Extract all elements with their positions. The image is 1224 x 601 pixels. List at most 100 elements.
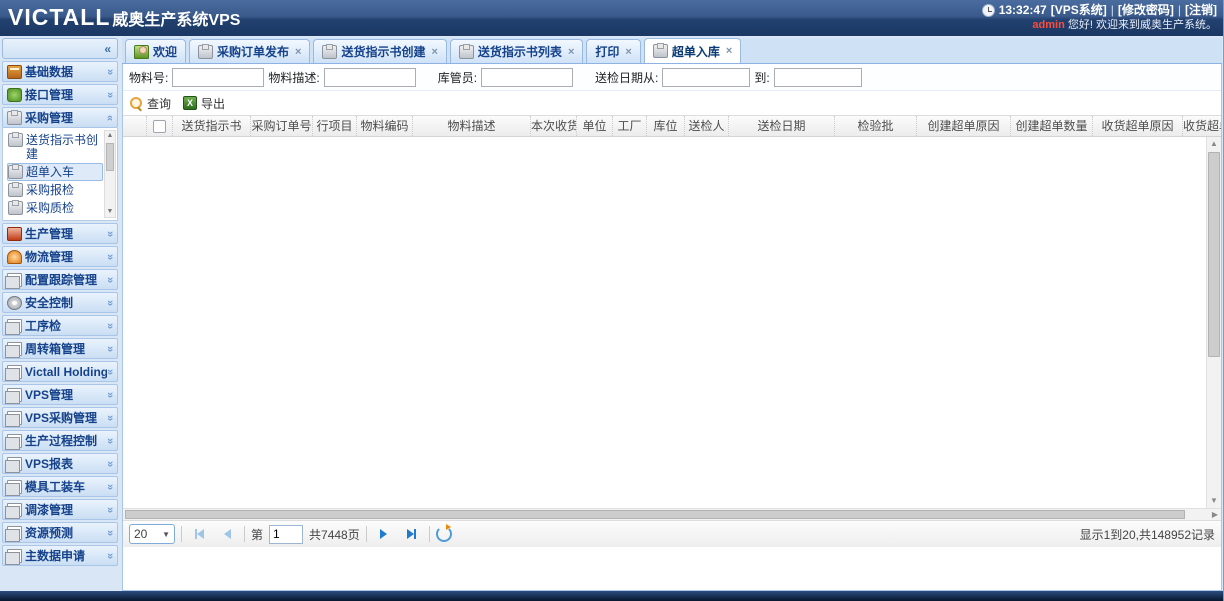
sidebar-group-17[interactable]: 主数据申请» xyxy=(2,545,118,566)
sidebar-group-12[interactable]: 生产过程控制» xyxy=(2,430,118,451)
vertical-scrollbar-thumb[interactable] xyxy=(1208,152,1220,357)
change-password-link[interactable]: [修改密码] xyxy=(1118,3,1174,18)
last-page-button[interactable] xyxy=(401,524,423,544)
tab-送货指示书列表[interactable]: 送货指示书列表× xyxy=(450,39,583,63)
sidebar-group-9[interactable]: Victall Holding» xyxy=(2,361,118,382)
horizontal-scrollbar-thumb[interactable] xyxy=(125,510,1185,519)
chevron-down-icon[interactable]: » xyxy=(104,345,116,351)
close-icon[interactable]: × xyxy=(726,45,732,57)
sidebar-group-13[interactable]: VPS报表» xyxy=(2,453,118,474)
chevron-down-icon[interactable]: » xyxy=(104,437,116,443)
sidebar-group-4[interactable]: 物流管理» xyxy=(2,246,118,267)
column-header-创建超单数量[interactable]: 创建超单数量 xyxy=(1011,116,1093,136)
close-icon[interactable]: × xyxy=(431,46,437,58)
tab-送货指示书创建[interactable]: 送货指示书创建× xyxy=(313,39,446,63)
sidebar-group-3[interactable]: 生产管理» xyxy=(2,223,118,244)
filter-label-2: 库管员: xyxy=(438,69,477,86)
chevron-down-icon[interactable]: » xyxy=(104,460,116,466)
column-header-库位[interactable]: 库位 xyxy=(647,116,685,136)
column-header-工厂[interactable]: 工厂 xyxy=(613,116,647,136)
tab-欢迎[interactable]: 欢迎 xyxy=(125,39,186,63)
column-header-收货超单数量[interactable]: 收货超单数量 xyxy=(1183,116,1221,136)
sidebar-group-14[interactable]: 模具工装车» xyxy=(2,476,118,497)
tab-打印[interactable]: 打印× xyxy=(586,39,640,63)
sidebar-group-6[interactable]: 安全控制» xyxy=(2,292,118,313)
column-header-送检人[interactable]: 送检人 xyxy=(685,116,729,136)
filter-input-1[interactable] xyxy=(324,68,416,87)
chevron-down-icon[interactable]: » xyxy=(104,91,116,97)
column-header-采购订单号[interactable]: 采购订单号 xyxy=(251,116,313,136)
sidebar-group-0[interactable]: 基础数据» xyxy=(2,61,118,82)
chevron-down-icon[interactable]: » xyxy=(104,368,116,374)
sidebar-item-送货指示书创建[interactable]: 送货指示书创建 xyxy=(7,131,103,163)
filter-input-2[interactable] xyxy=(481,68,573,87)
chevron-down-icon[interactable]: » xyxy=(104,483,116,489)
sidebar-group-7[interactable]: 工序检» xyxy=(2,315,118,336)
sidebar-group-11[interactable]: VPS采购管理» xyxy=(2,407,118,428)
filter-input-3[interactable] xyxy=(662,68,750,87)
chevron-down-icon[interactable]: » xyxy=(104,68,116,74)
submenu-scrollbar-thumb[interactable] xyxy=(106,143,114,171)
sidebar-group-label: 资源预测 xyxy=(25,524,107,541)
column-header-收货超单原因[interactable]: 收货超单原因 xyxy=(1093,116,1183,136)
logout-link[interactable]: [注销] xyxy=(1185,3,1217,18)
scroll-right-icon[interactable]: ▶ xyxy=(1209,509,1221,520)
vps-system-link[interactable]: [VPS系统] xyxy=(1051,3,1107,18)
sidebar-group-1[interactable]: 接口管理» xyxy=(2,84,118,105)
chevron-down-icon[interactable]: » xyxy=(104,506,116,512)
column-header-创建超单原因[interactable]: 创建超单原因 xyxy=(917,116,1011,136)
chevron-down-icon[interactable]: » xyxy=(104,322,116,328)
chevron-down-icon[interactable]: » xyxy=(104,552,116,558)
next-page-button[interactable] xyxy=(373,524,395,544)
query-button[interactable]: 查询 xyxy=(129,95,171,112)
refresh-icon[interactable] xyxy=(436,526,452,542)
scroll-up-icon[interactable]: ▲ xyxy=(1207,137,1221,151)
column-header-行项目[interactable]: 行项目 xyxy=(313,116,357,136)
sidebar-group-10[interactable]: VPS管理» xyxy=(2,384,118,405)
chevron-down-icon[interactable]: » xyxy=(104,529,116,535)
column-header-送货指示书[interactable]: 送货指示书 xyxy=(173,116,251,136)
page-size-select[interactable]: 20 ▼ xyxy=(129,524,175,544)
tab-采购订单发布[interactable]: 采购订单发布× xyxy=(189,39,310,63)
sidebar-group-2[interactable]: 采购管理» xyxy=(2,107,118,128)
select-all-header[interactable] xyxy=(147,116,173,136)
chevron-up-icon[interactable]: » xyxy=(104,114,116,120)
column-header-本次收货数[interactable]: 本次收货数 xyxy=(531,116,577,136)
prev-page-button[interactable] xyxy=(216,524,238,544)
scroll-down-icon[interactable]: ▼ xyxy=(1207,494,1221,508)
column-header-检验批[interactable]: 检验批 xyxy=(835,116,917,136)
close-icon[interactable]: × xyxy=(625,46,631,58)
export-button[interactable]: X 导出 xyxy=(183,95,225,112)
sidebar-group-5[interactable]: 配置跟踪管理» xyxy=(2,269,118,290)
sidebar-item-采购质检[interactable]: 采购质检 xyxy=(7,199,103,217)
chevron-down-icon[interactable]: » xyxy=(104,391,116,397)
submenu-scrollbar[interactable]: ▲▼ xyxy=(104,130,116,218)
filter-input-4[interactable] xyxy=(774,68,862,87)
tab-超单入库[interactable]: 超单入库× xyxy=(644,38,741,63)
filter-input-0[interactable] xyxy=(172,68,264,87)
sidebar-item-超单入车[interactable]: 超单入车 xyxy=(7,163,103,181)
scroll-up-icon[interactable]: ▲ xyxy=(105,131,115,141)
first-page-button[interactable] xyxy=(188,524,210,544)
chevron-down-icon[interactable]: » xyxy=(104,414,116,420)
sidebar-group-15[interactable]: 调漆管理» xyxy=(2,499,118,520)
chevron-down-icon[interactable]: » xyxy=(104,253,116,259)
vertical-scrollbar[interactable]: ▲ ▼ xyxy=(1206,137,1221,508)
sidebar-group-8[interactable]: 周转箱管理» xyxy=(2,338,118,359)
sidebar-item-采购报检[interactable]: 采购报检 xyxy=(7,181,103,199)
sidebar-collapse-button[interactable]: « xyxy=(2,38,118,59)
scroll-down-icon[interactable]: ▼ xyxy=(105,207,115,217)
column-header-物料编码[interactable]: 物料编码 xyxy=(357,116,413,136)
chevron-down-icon[interactable]: » xyxy=(104,299,116,305)
column-header-单位[interactable]: 单位 xyxy=(577,116,613,136)
column-header-物料描述[interactable]: 物料描述 xyxy=(413,116,531,136)
column-header-送检日期[interactable]: 送检日期 xyxy=(729,116,835,136)
horizontal-scrollbar[interactable]: ▶ xyxy=(123,508,1221,520)
page-number-input[interactable] xyxy=(269,525,303,544)
chevron-down-icon[interactable]: » xyxy=(104,230,116,236)
close-icon[interactable]: × xyxy=(295,46,301,58)
select-all-checkbox[interactable] xyxy=(153,120,166,133)
chevron-down-icon[interactable]: » xyxy=(104,276,116,282)
close-icon[interactable]: × xyxy=(568,46,574,58)
sidebar-group-16[interactable]: 资源预测» xyxy=(2,522,118,543)
